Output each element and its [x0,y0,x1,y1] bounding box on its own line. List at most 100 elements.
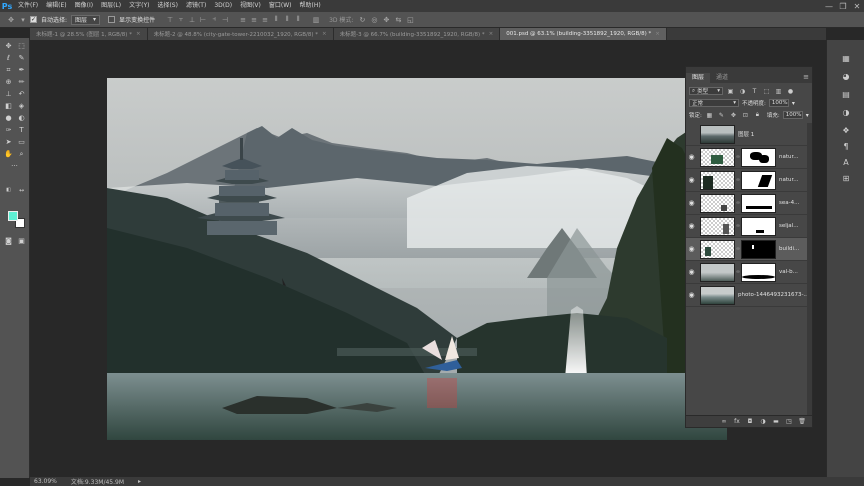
roll-3d-icon[interactable]: ◎ [369,15,379,25]
panel-menu-icon[interactable]: ≡ [803,73,809,81]
layer-mask-thumbnail[interactable] [741,193,776,213]
slide-3d-icon[interactable]: ⇆ [393,15,403,25]
distribute-vcenter-icon[interactable]: ≡ [249,15,259,25]
dodge-tool-icon[interactable]: ◐ [16,113,27,123]
layer-row[interactable]: ◉ ∞ sea-4... [686,192,812,215]
layer-thumbnail[interactable] [700,193,735,213]
trash-icon[interactable]: 🗑︎ [798,418,806,425]
adjustment-icon[interactable]: ◑ [759,418,767,425]
blur-tool-icon[interactable]: ● [3,113,14,123]
filter-shape-icon[interactable]: ⬚ [762,87,771,96]
layer-row[interactable]: ◉ ∞ val-b... [686,261,812,284]
eyedropper-tool-icon[interactable]: ✒ [16,65,27,75]
paragraph-panel-icon[interactable]: ¶ [839,140,853,152]
drag-3d-icon[interactable]: ✥ [381,15,391,25]
menu-item[interactable]: 窗口(W) [265,0,296,12]
character-panel-icon[interactable]: A [839,156,853,168]
default-colors-icon[interactable]: ◧ [3,185,14,195]
paint-bucket-tool-icon[interactable]: ◈ [16,101,27,111]
marquee-tool-icon[interactable]: ⬚ [16,41,27,51]
layer-row[interactable]: ◉ ∞ natur... [686,169,812,192]
swap-colors-icon[interactable]: ↔ [16,185,27,195]
hand-tool-icon[interactable]: ✋ [3,149,14,159]
visibility-eye-icon[interactable]: ◉ [686,268,697,276]
tab-close-icon[interactable]: × [322,31,327,37]
history-panel-icon[interactable]: ▦ [839,52,853,64]
layer-mask-thumbnail[interactable] [741,216,776,236]
clone-stamp-tool-icon[interactable]: ⊥ [3,89,14,99]
show-transform-checkbox[interactable] [108,16,116,23]
styles-panel-icon[interactable]: ❖ [839,124,853,136]
menu-item[interactable]: 文件(F) [14,0,42,12]
layer-row[interactable]: ◉ 图层 1 [686,123,812,146]
filter-pixel-icon[interactable]: ▣ [726,87,735,96]
layer-mask-thumbnail[interactable] [741,170,776,190]
visibility-eye-icon[interactable]: ◉ [686,245,697,253]
menu-item[interactable]: 图层(L) [97,0,125,12]
filter-adjustment-icon[interactable]: ◑ [738,87,747,96]
close-button[interactable]: ✕ [850,0,864,12]
menu-item[interactable]: 选择(S) [153,0,182,12]
more-tools-icon[interactable]: ··· [9,161,20,171]
rotate-3d-icon[interactable]: ↻ [357,15,367,25]
document-tab[interactable]: 未标题-3 @ 66.7% (building-3351892_1920, RG… [333,28,501,40]
align-hcenter-icon[interactable]: ⫞ [209,15,219,25]
layer-thumbnail[interactable] [700,239,735,259]
menu-item[interactable]: 编辑(E) [42,0,70,12]
tool-preset-arrow-icon[interactable]: ▾ [20,15,26,25]
layer-mask-thumbnail[interactable] [741,239,776,259]
opacity-input[interactable]: 100% [768,99,789,107]
fill-dropdown-icon[interactable]: ▾ [806,112,809,119]
color-panel-icon[interactable]: ◕ [839,70,853,82]
lock-transparent-icon[interactable]: ▦ [705,111,714,120]
status-arrow-icon[interactable]: ▸ [138,478,141,485]
fx-icon[interactable]: fx [733,418,741,425]
brush-tool-icon[interactable]: ✏ [16,77,27,87]
visibility-eye-icon[interactable]: ◉ [686,291,697,299]
align-vcenter-icon[interactable]: ⫟ [176,15,186,25]
swatches-panel-icon[interactable]: ▤ [839,88,853,100]
layer-row[interactable]: ◉ photo-1446493231673-... [686,284,812,307]
eraser-tool-icon[interactable]: ◧ [3,101,14,111]
auto-select-target-select[interactable]: 图层 ▾ [71,14,101,25]
visibility-eye-icon[interactable]: ◉ [686,130,697,138]
adjustments-panel-icon[interactable]: ◑ [839,106,853,118]
lock-artboard-icon[interactable]: ⊡ [741,111,750,120]
distribute-right-icon[interactable]: ⦀ [293,15,303,25]
layer-row[interactable]: ◉ ∞ natur... [686,146,812,169]
filter-toggle-icon[interactable]: ● [786,87,795,96]
auto-align-icon[interactable]: ▥ [311,15,321,25]
visibility-eye-icon[interactable]: ◉ [686,176,697,184]
layer-row[interactable]: ◉ ∞ seljal... [686,215,812,238]
align-bottom-icon[interactable]: ⊥ [187,15,197,25]
foreground-color-swatch[interactable] [8,211,18,221]
blend-mode-select[interactable]: 正常 ▾ [689,99,739,107]
type-tool-icon[interactable]: T [16,125,27,135]
group-folder-icon[interactable]: ▬ [772,418,780,425]
layers-scrollbar[interactable] [807,123,812,415]
restore-button[interactable]: ❐ [836,0,850,12]
align-left-icon[interactable]: ⊢ [198,15,208,25]
menu-item[interactable]: 3D(D) [210,0,236,12]
align-top-icon[interactable]: ⊤ [165,15,175,25]
distribute-top-icon[interactable]: ≡ [238,15,248,25]
document-canvas[interactable] [107,78,727,440]
layer-thumbnail[interactable] [700,124,735,144]
document-tab[interactable]: 未标题-2 @ 48.8% (city-gate-tower-2210032_1… [147,28,334,40]
crop-tool-icon[interactable]: ⌗ [3,65,14,75]
minimize-button[interactable]: — [822,0,836,12]
menu-item[interactable]: 滤镜(T) [182,0,210,12]
distribute-left-icon[interactable]: ⦀ [271,15,281,25]
properties-panel-icon[interactable]: ⊞ [839,172,853,184]
document-tab[interactable]: 001.psd @ 63.1% (building-3351892_1920, … [500,28,667,40]
layer-thumbnail[interactable] [700,262,735,282]
menu-item[interactable]: 帮助(H) [296,0,325,12]
menu-item[interactable]: 文字(Y) [125,0,153,12]
align-right-icon[interactable]: ⊣ [220,15,230,25]
quick-mask-icon[interactable]: ◙ [3,236,14,246]
layer-mask-thumbnail[interactable] [741,147,776,167]
healing-brush-tool-icon[interactable]: ⊕ [3,77,14,87]
menu-item[interactable]: 视图(V) [236,0,265,12]
pen-tool-icon[interactable]: ✑ [3,125,14,135]
path-selection-tool-icon[interactable]: ➤ [3,137,14,147]
